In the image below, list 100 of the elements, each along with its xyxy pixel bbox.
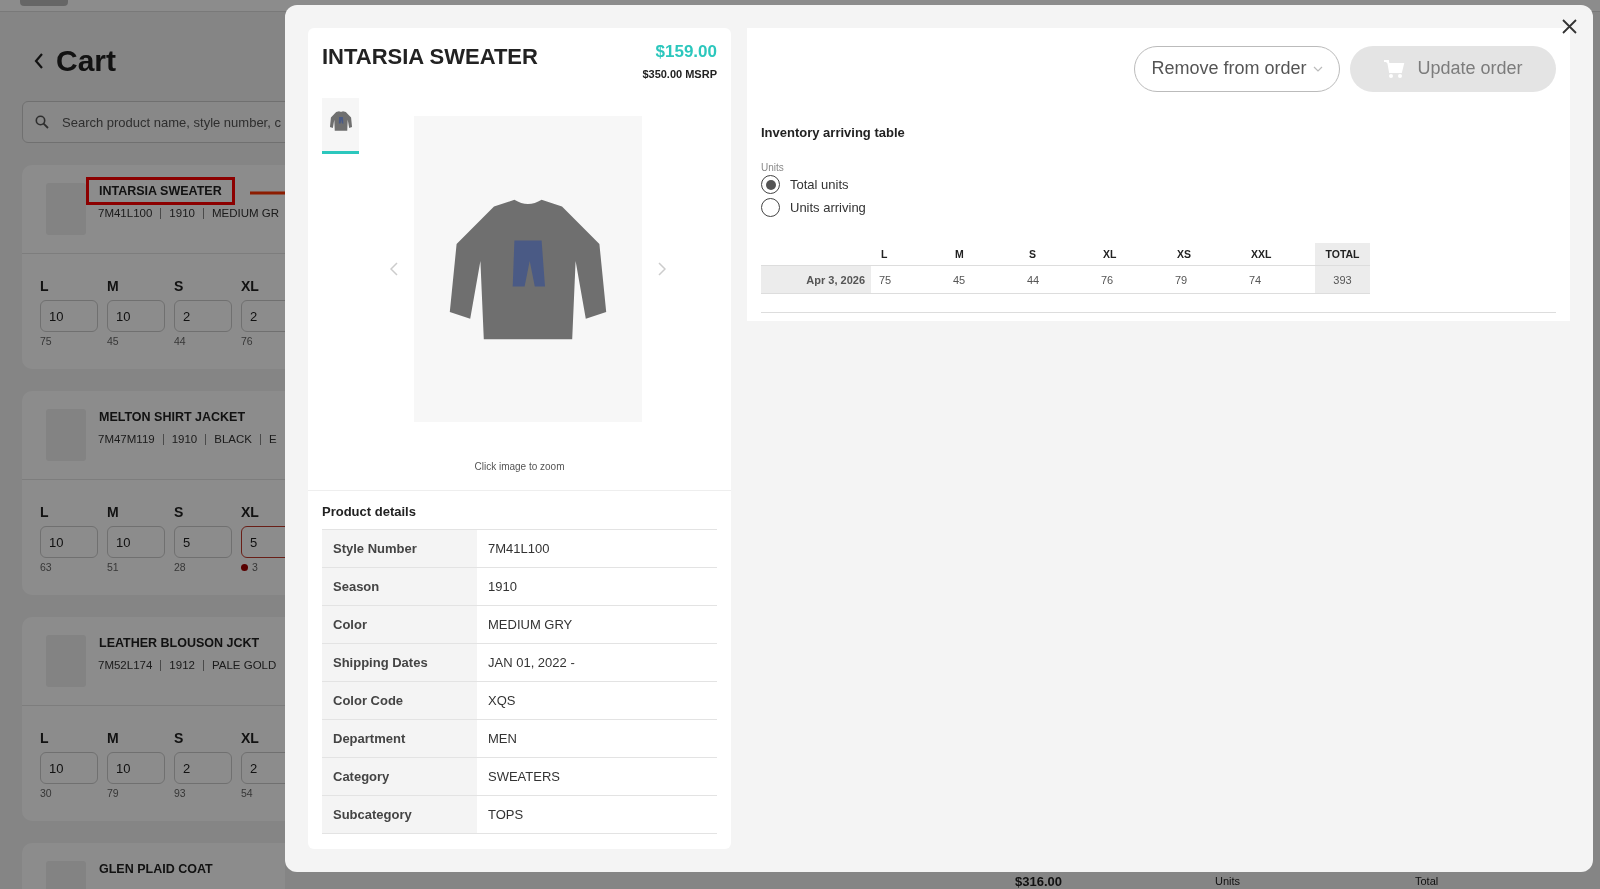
available-count: 76: [241, 335, 253, 347]
product-meta: MEDIUM GR: [211, 207, 280, 219]
search-icon: [35, 115, 49, 129]
detail-label: Department: [322, 720, 477, 758]
product-meta: 1910: [169, 207, 195, 219]
available-count: 54: [241, 787, 253, 799]
product-meta: E: [269, 433, 277, 445]
quantity-field[interactable]: 10: [40, 300, 98, 332]
detail-label: Color Code: [322, 682, 477, 720]
column-label: Units: [1215, 875, 1242, 887]
size-label: L: [40, 730, 50, 746]
size-label: M: [107, 730, 120, 746]
size-label: S: [174, 730, 185, 746]
zoom-hint: Click image to zoom: [473, 461, 566, 472]
size-label: XL: [241, 278, 260, 294]
close-button[interactable]: [1560, 17, 1579, 36]
msrp-price: $350.00 MSRP: [642, 68, 717, 80]
available-count: 30: [40, 787, 52, 799]
column-label: Total: [1415, 875, 1440, 887]
size-label: L: [40, 504, 50, 520]
product-meta: 7M52L174: [98, 659, 153, 671]
size-label: M: [107, 504, 120, 520]
product-name[interactable]: GLEN PLAID COAT: [86, 855, 226, 883]
detail-value: JAN 01, 2022 -: [477, 644, 717, 682]
total-price: $316.00: [1015, 873, 1063, 889]
available-count: 51: [107, 561, 119, 573]
product-price: $159.00: [655, 42, 717, 62]
page-title: Cart: [56, 44, 116, 78]
table-cell: 79: [1167, 266, 1241, 294]
quantity-field[interactable]: 2: [174, 300, 232, 332]
image-thumbnail[interactable]: [322, 98, 359, 154]
column-header: L: [871, 243, 945, 266]
column-header: XS: [1167, 243, 1241, 266]
available-count: 79: [107, 787, 119, 799]
detail-value: MEDIUM GRY: [477, 606, 717, 644]
quantity-field[interactable]: 5: [174, 526, 232, 558]
sweater-drawing: [328, 109, 353, 132]
product-name[interactable]: INTARSIA SWEATER: [86, 177, 235, 205]
detail-label: Style Number: [322, 530, 477, 568]
quantity-field[interactable]: 10: [107, 526, 165, 558]
column-header: S: [1019, 243, 1093, 266]
product-title: INTARSIA SWEATER: [322, 44, 538, 71]
product-name[interactable]: LEATHER BLOUSON JCKT: [86, 629, 273, 657]
detail-value: SWEATERS: [477, 758, 717, 796]
available-count: 44: [174, 335, 186, 347]
detail-value: 7M41L100: [477, 530, 717, 568]
detail-label: Color: [322, 606, 477, 644]
size-label: M: [107, 278, 120, 294]
product-name[interactable]: MELTON SHIRT JACKET: [86, 403, 259, 431]
column-header: TOTAL: [1315, 243, 1370, 266]
quantity-field[interactable]: 10: [107, 300, 165, 332]
size-label: S: [174, 278, 185, 294]
radio-option[interactable]: Units arriving: [761, 196, 1556, 219]
product-photo[interactable]: [414, 116, 642, 422]
search-field[interactable]: Search product name, style number, c: [22, 101, 285, 143]
detail-value: TOPS: [477, 796, 717, 834]
size-label: L: [40, 278, 50, 294]
quantity-field[interactable]: 10: [40, 526, 98, 558]
section-title: Inventory arriving table: [761, 125, 906, 140]
size-label: S: [174, 504, 185, 520]
detail-value: MEN: [477, 720, 717, 758]
radio-option[interactable]: Total units: [761, 173, 1556, 196]
available-count: 28: [174, 561, 186, 573]
cart-icon: [1383, 58, 1406, 79]
quantity-field[interactable]: 10: [107, 752, 165, 784]
table-cell: 75: [871, 266, 945, 294]
column-header: XL: [1093, 243, 1167, 266]
chevron-left-icon: [390, 262, 398, 276]
column-header: M: [945, 243, 1019, 266]
detail-value: XQS: [477, 682, 717, 720]
available-count: 63: [40, 561, 52, 573]
warning-dot: [241, 563, 248, 571]
field-label: Units: [761, 162, 785, 173]
product-meta: PALE GOLD: [211, 659, 277, 671]
table-cell: 45: [945, 266, 1019, 294]
product-meta: 1910: [171, 433, 198, 445]
back-icon[interactable]: [34, 53, 44, 69]
available-count: 3: [252, 561, 258, 573]
total-cell: 393: [1315, 266, 1370, 294]
table-cell: 44: [1019, 266, 1093, 294]
detail-label: Subcategory: [322, 796, 477, 834]
chevron-right-icon: [658, 262, 666, 276]
quantity-field[interactable]: 2: [174, 752, 232, 784]
product-meta: 7M47M119: [98, 433, 155, 445]
product-meta: 7M41L100: [98, 207, 153, 219]
size-label: XL: [241, 730, 260, 746]
caret-icon: [1312, 65, 1323, 72]
close-icon: [1562, 19, 1577, 34]
available-count: 75: [40, 335, 52, 347]
detail-label: Shipping Dates: [322, 644, 477, 682]
table-cell: 76: [1093, 266, 1167, 294]
detail-value: 1910: [477, 568, 717, 606]
detail-label: Season: [322, 568, 477, 606]
product-meta: BLACK: [214, 433, 252, 445]
photo-placeholder: [46, 183, 86, 235]
section-title: Product details: [322, 504, 417, 519]
remove-button[interactable]: Remove from order: [1134, 45, 1340, 92]
quantity-field[interactable]: 10: [40, 752, 98, 784]
product-meta: 1912: [169, 659, 195, 671]
available-count: 93: [174, 787, 186, 799]
